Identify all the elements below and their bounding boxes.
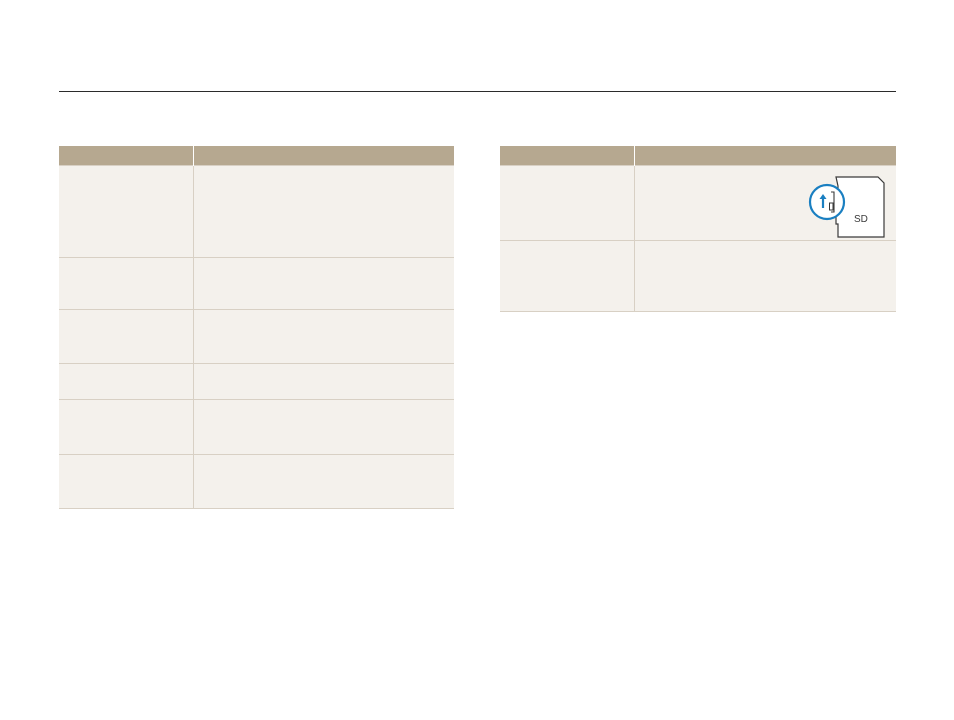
table-row xyxy=(59,257,454,310)
table-row xyxy=(59,165,454,258)
table-cell xyxy=(192,454,454,509)
table-cell xyxy=(633,240,896,312)
table-row xyxy=(59,454,454,509)
table-cell xyxy=(192,363,454,400)
table-row: SD xyxy=(500,165,896,241)
sd-card-label: SD xyxy=(854,214,868,225)
table-cell: SD xyxy=(633,165,896,241)
table-row xyxy=(59,309,454,364)
table-row xyxy=(59,363,454,400)
table-cell xyxy=(59,165,193,258)
table-cell xyxy=(192,165,454,258)
manual-page: SD xyxy=(0,0,954,720)
right-table-header-col1 xyxy=(500,146,634,166)
table-row xyxy=(59,399,454,455)
left-table-header-col1 xyxy=(59,146,193,166)
table-row xyxy=(500,240,896,312)
left-table-header-col2 xyxy=(192,146,454,166)
table-cell xyxy=(59,363,193,400)
left-table-header-row xyxy=(59,146,454,166)
table-cell xyxy=(59,454,193,509)
table-cell xyxy=(59,309,193,364)
table-cell xyxy=(192,309,454,364)
table-cell xyxy=(500,165,634,241)
table-cell xyxy=(59,399,193,455)
table-cell xyxy=(192,399,454,455)
table-cell xyxy=(500,240,634,312)
right-table-header-row xyxy=(500,146,896,166)
left-table xyxy=(59,146,454,509)
right-table: SD xyxy=(500,146,896,312)
table-cell xyxy=(59,257,193,310)
table-cell xyxy=(192,257,454,310)
header-rule xyxy=(59,91,896,92)
right-table-header-col2 xyxy=(633,146,896,166)
sd-card-lock-switch-icon: SD xyxy=(808,176,885,238)
